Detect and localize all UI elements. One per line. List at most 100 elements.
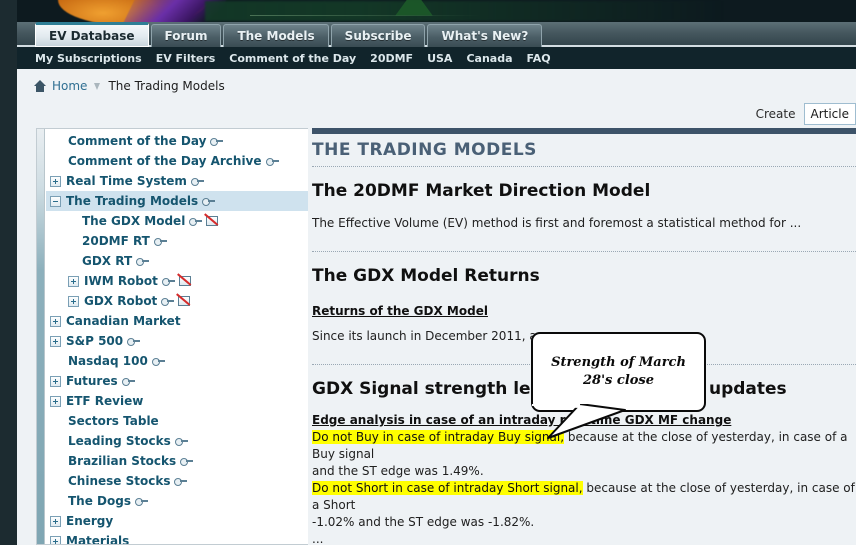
subnav-link-my-subscriptions[interactable]: My Subscriptions [35,52,142,65]
sidebar-item-iwm-robot[interactable]: IWM Robot [46,271,308,291]
edge-analysis-subheading: Edge analysis in case of an intraday rea… [312,413,732,427]
key-icon [202,197,216,206]
expand-plus-icon[interactable] [50,515,61,527]
tab-subscribe[interactable]: Subscribe [330,24,426,47]
breadcrumb-home-link[interactable]: Home [52,79,87,93]
sidebar-item-label: Chinese Stocks [68,474,171,488]
short-signal-cont: -1.02% and the ST edge was -1.82%. [312,515,535,529]
subnav-link-comment-of-the-day[interactable]: Comment of the Day [229,52,356,65]
key-icon [174,477,188,486]
sidebar-item-label: Futures [66,374,118,388]
no-chart-icon [204,213,219,227]
buy-signal-cont: and the ST edge was 1.49%. [312,464,484,478]
sidebar-accent-bar [37,129,45,544]
key-icon [190,177,204,186]
no-chart-icon [176,293,191,307]
buy-signal-paragraph: Do not Buy in case of intraday Buy signa… [312,429,856,480]
site-banner [0,0,856,22]
banner-artwork-line [250,15,480,16]
banner-artwork-green [205,1,725,21]
sidebar-item-label: GDX RT [82,254,133,268]
sidebar-item-label: GDX Robot [84,294,158,308]
sidebar-item-s-p-500[interactable]: S&P 500 [46,331,308,351]
sidebar-item-gdx-robot[interactable]: GDX Robot [46,291,308,311]
sidebar-item-real-time-system[interactable]: Real Time System [46,171,308,191]
tab-what-s-new[interactable]: What's New? [427,24,543,47]
returns-of-gdx-model-link[interactable]: Returns of the GDX Model [312,304,488,318]
sidebar-item-materials[interactable]: Materials [46,531,308,545]
tab-ev-database[interactable]: EV Database [35,22,149,47]
sidebar-item-label: IWM Robot [84,274,158,288]
sidebar-item-label: Brazilian Stocks [68,454,177,468]
expand-plus-icon[interactable] [68,275,79,287]
truncation-ellipsis: ... [312,532,324,545]
create-row: Create Article [756,103,856,125]
left-rail [0,0,17,545]
sidebar-item-20dmf-rt[interactable]: 20DMF RT [46,231,308,251]
key-icon [174,437,188,446]
sidebar-item-the-dogs[interactable]: The Dogs [46,491,308,511]
article-title-20dmf[interactable]: The 20DMF Market Direction Model [312,181,856,201]
expand-plus-icon[interactable] [50,175,61,187]
sidebar-item-label: Leading Stocks [68,434,171,448]
key-icon [136,257,150,266]
sidebar-item-label: Sectors Table [68,414,159,428]
subnav-link-20dmf[interactable]: 20DMF [370,52,413,65]
expand-plus-icon[interactable] [68,295,79,307]
sidebar-item-the-gdx-model[interactable]: The GDX Model [46,211,308,231]
sidebar-item-sectors-table[interactable]: Sectors Table [46,411,308,431]
secondary-nav-links: My Subscriptions EV Filters Comment of the… [35,52,565,65]
divider [312,251,856,252]
sidebar-item-leading-stocks[interactable]: Leading Stocks [46,431,308,451]
sidebar-item-comment-of-the-day[interactable]: Comment of the Day [46,131,308,151]
expand-plus-icon[interactable] [50,375,61,387]
sidebar-item-gdx-rt[interactable]: GDX RT [46,251,308,271]
short-signal-paragraph: Do not Short in case of intraday Short s… [312,480,856,531]
sidebar-item-the-trading-models[interactable]: The Trading Models [46,191,308,211]
sidebar-item-energy[interactable]: Energy [46,511,308,531]
expand-plus-icon[interactable] [50,315,61,327]
subnav-link-usa[interactable]: USA [427,52,452,65]
create-label: Create [755,107,796,121]
no-chart-icon [177,273,192,287]
create-type-select[interactable]: Article [803,103,856,125]
sidebar-item-chinese-stocks[interactable]: Chinese Stocks [46,471,308,491]
expand-plus-icon[interactable] [50,395,61,407]
sidebar-nav-tree: Comment of the Day Comment of the Day Arc… [46,131,308,545]
sidebar-item-brazilian-stocks[interactable]: Brazilian Stocks [46,451,308,471]
buy-signal-highlight: Do not Buy in case of intraday Buy signa… [312,430,565,444]
sidebar-item-canadian-market[interactable]: Canadian Market [46,311,308,331]
key-icon [151,357,165,366]
sidebar-item-label: S&P 500 [66,334,124,348]
expand-plus-icon[interactable] [50,335,61,347]
key-icon [189,217,203,226]
page-title: THE TRADING MODELS [312,140,537,160]
key-icon [161,297,175,306]
sidebar-item-label: Materials [66,534,130,545]
sidebar-item-nasdaq-100[interactable]: Nasdaq 100 [46,351,308,371]
sidebar-item-label: 20DMF RT [82,234,150,248]
sidebar-item-etf-review[interactable]: ETF Review [46,391,308,411]
subnav-link-ev-filters[interactable]: EV Filters [156,52,216,65]
sidebar-item-label: The Trading Models [66,194,199,208]
key-icon [161,277,175,286]
subnav-link-canada[interactable]: Canada [466,52,512,65]
subnav-link-faq[interactable]: FAQ [527,52,551,65]
short-signal-highlight: Do not Short in case of intraday Short s… [312,481,583,495]
collapse-minus-icon[interactable] [50,195,61,207]
sidebar-item-label: Real Time System [66,174,187,188]
sidebar-item-label: Nasdaq 100 [68,354,148,368]
sidebar-item-label: ETF Review [66,394,144,408]
article-title-gdx-returns[interactable]: The GDX Model Returns [312,266,856,286]
tab-the-models[interactable]: The Models [223,24,329,47]
key-icon [153,237,167,246]
key-icon [210,137,224,146]
expand-plus-icon[interactable] [50,535,61,544]
sidebar: Comment of the Day Comment of the Day Arc… [36,128,308,545]
annotation-callout-text: Strength of March 28's close [551,355,686,388]
sidebar-item-comment-of-the-day-archive[interactable]: Comment of the Day Archive [46,151,308,171]
tab-forum[interactable]: Forum [150,24,222,47]
key-icon [134,497,148,506]
secondary-navbar: My Subscriptions EV Filters Comment of the… [0,47,856,69]
sidebar-item-futures[interactable]: Futures [46,371,308,391]
